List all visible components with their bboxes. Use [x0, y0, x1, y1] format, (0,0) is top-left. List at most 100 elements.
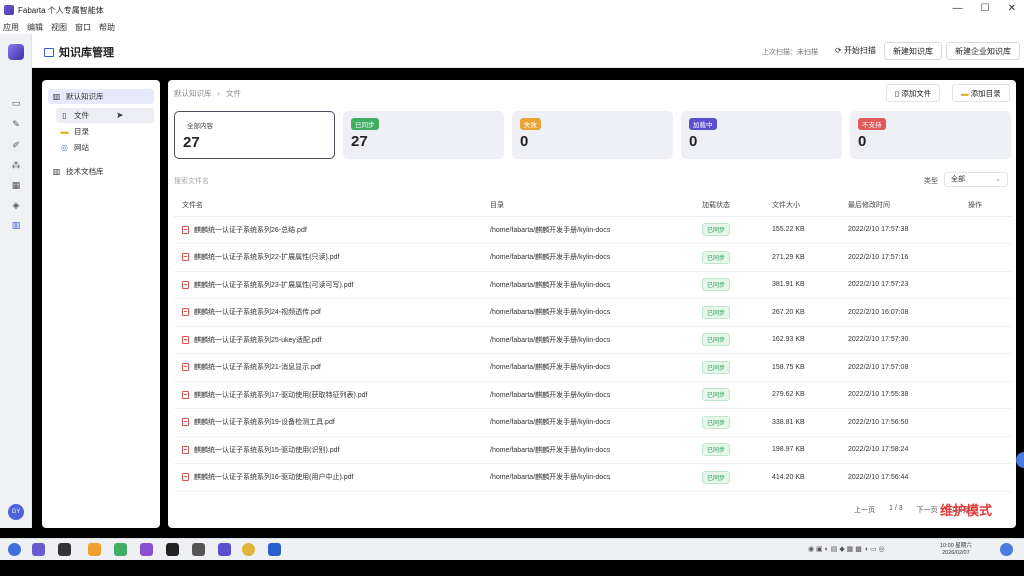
- cell-directory: /home/fabarta/麒麟开发手册/kylin-docs: [490, 243, 702, 272]
- next-page-button[interactable]: 下一页: [917, 505, 938, 515]
- table-row[interactable]: 麒麟统一认证子系统系列17-驱动使用(获取特征列表).pdf/home/faba…: [174, 381, 1012, 409]
- table-row[interactable]: 麒麟统一认证子系统系列16-驱动使用(用户中止).pdf/home/fabart…: [174, 463, 1012, 492]
- status-badge: 已同步: [702, 470, 731, 484]
- cell-modified: 2022/2/10 17:57:23: [848, 271, 968, 299]
- tree-item-files[interactable]: ▯ 文件 ➤: [56, 108, 154, 123]
- cell-actions[interactable]: [968, 463, 1012, 492]
- cell-modified: 2022/2/10 17:57:08: [848, 353, 968, 382]
- menu-window[interactable]: 窗口: [75, 22, 91, 33]
- add-file-button[interactable]: ▯ 添加文件: [886, 84, 941, 102]
- knowledge-book-icon: [44, 47, 54, 57]
- cell-actions[interactable]: [968, 216, 1012, 244]
- tree-item-catalog[interactable]: ▬ 目录: [60, 124, 90, 139]
- cell-filename[interactable]: 麒麟统一认证子系统系列21-消息显示.pdf: [174, 353, 490, 382]
- cell-modified: 2022/2/10 17:55:38: [848, 381, 968, 409]
- cell-filename[interactable]: 麒麟统一认证子系统系列19-设备检测工具.pdf: [174, 408, 490, 437]
- cell-filename[interactable]: 麒麟统一认证子系统系列23-扩展属性(可读可写).pdf: [174, 271, 490, 299]
- cell-actions[interactable]: [968, 408, 1012, 437]
- stat-label: 失败: [520, 118, 541, 130]
- cell-actions[interactable]: [968, 298, 1012, 327]
- cell-filename[interactable]: 麒麟统一认证子系统系列24-视频透传.pdf: [174, 298, 490, 327]
- cell-filename[interactable]: 麒麟统一认证子系统系列17-驱动使用(获取特征列表).pdf: [174, 381, 490, 409]
- taskbar-app-icon[interactable]: [32, 543, 45, 556]
- cell-actions[interactable]: [968, 243, 1012, 272]
- table-row[interactable]: 麒麟统一认证子系统系列15-驱动使用(识别).pdf/home/fabarta/…: [174, 436, 1012, 464]
- book-icon[interactable]: ▥: [11, 220, 21, 230]
- avatar[interactable]: GY: [8, 504, 24, 520]
- brush-icon[interactable]: ✐: [11, 140, 21, 150]
- cell-filename[interactable]: 麒麟统一认证子系统系列26-总结.pdf: [174, 216, 490, 244]
- edit-icon[interactable]: ✎: [11, 119, 21, 129]
- taskbar-app-icon[interactable]: [242, 543, 255, 556]
- taskbar-app-icon[interactable]: [268, 543, 281, 556]
- tray-icons[interactable]: ◉ ▣ ◐ ▤ ◆ ▦ ▩ ◑ ▭ ◎: [808, 545, 885, 553]
- close-icon[interactable]: ✕: [1008, 3, 1016, 14]
- breadcrumb: 默认知识库 › 文件: [174, 89, 241, 98]
- search-input[interactable]: 搜索文件名: [174, 176, 209, 186]
- side-expand-tab[interactable]: [1016, 452, 1024, 468]
- menu-view[interactable]: 视图: [51, 22, 67, 33]
- cell-filename[interactable]: 麒麟统一认证子系统系列16-驱动使用(用户中止).pdf: [174, 463, 490, 492]
- col-header-status[interactable]: 加载状态: [702, 194, 772, 217]
- cell-modified: 2022/2/10 17:57:30: [848, 326, 968, 354]
- new-kb-button[interactable]: 新建知识库: [884, 42, 942, 60]
- prev-page-button[interactable]: 上一页: [854, 505, 875, 515]
- notification-icon[interactable]: [1000, 543, 1013, 556]
- taskbar-app-icon[interactable]: [218, 543, 231, 556]
- new-enterprise-kb-button[interactable]: 新建企业知识库: [946, 42, 1020, 60]
- cell-actions[interactable]: [968, 381, 1012, 409]
- taskbar-app-icon[interactable]: [114, 543, 127, 556]
- grid-icon[interactable]: ▦: [11, 180, 21, 190]
- tree-item-tech-docs[interactable]: ▥ 技术文档库: [52, 164, 104, 179]
- cell-actions[interactable]: [968, 271, 1012, 299]
- cell-filename[interactable]: 麒麟统一认证子系统系列15-驱动使用(识别).pdf: [174, 436, 490, 464]
- table-row[interactable]: 麒麟统一认证子系统系列19-设备检测工具.pdf/home/fabarta/麒麟…: [174, 408, 1012, 437]
- cell-modified: 2022/2/10 17:57:16: [848, 243, 968, 272]
- table-row[interactable]: 麒麟统一认证子系统系列26-总结.pdf/home/fabarta/麒麟开发手册…: [174, 216, 1012, 244]
- stat-card-unsupported[interactable]: 不支持 0: [850, 111, 1011, 159]
- nodes-icon[interactable]: ⁂: [11, 160, 21, 170]
- cell-filename[interactable]: 麒麟统一认证子系统系列22-扩展属性(只读).pdf: [174, 243, 490, 272]
- menu-app[interactable]: 应用: [3, 22, 19, 33]
- cell-actions[interactable]: [968, 353, 1012, 382]
- taskbar-app-icon[interactable]: [140, 543, 153, 556]
- type-filter-select[interactable]: 全部 ⌄: [944, 172, 1008, 187]
- taskbar-app-icon[interactable]: [88, 543, 101, 556]
- pdf-file-icon: [182, 418, 189, 427]
- tree-item-website[interactable]: ◎ 网站: [60, 140, 89, 155]
- app-cube-icon[interactable]: [8, 44, 24, 60]
- table-row[interactable]: 麒麟统一认证子系统系列25-ukey适配.pdf/home/fabarta/麒麟…: [174, 326, 1012, 354]
- chat-icon[interactable]: ▭: [11, 98, 21, 108]
- stat-card-loading[interactable]: 加载中 0: [681, 111, 842, 159]
- maximize-icon[interactable]: ☐: [981, 3, 990, 14]
- table-row[interactable]: 麒麟统一认证子系统系列23-扩展属性(可读可写).pdf/home/fabart…: [174, 271, 1012, 299]
- breadcrumb-kb[interactable]: 默认知识库: [174, 89, 212, 98]
- taskbar-app-icon[interactable]: [192, 543, 205, 556]
- minimize-icon[interactable]: —: [953, 3, 963, 14]
- taskbar-app-icon[interactable]: [166, 543, 179, 556]
- taskbar-app-icon[interactable]: [58, 543, 71, 556]
- col-header-filename[interactable]: 文件名: [174, 194, 490, 217]
- stat-card-synced[interactable]: 已同步 27: [343, 111, 504, 159]
- start-scan-button[interactable]: ⟳ 开始扫描: [827, 42, 884, 60]
- table-row[interactable]: 麒麟统一认证子系统系列22-扩展属性(只读).pdf/home/fabarta/…: [174, 243, 1012, 272]
- col-header-actions: 操作: [968, 194, 1012, 217]
- cell-filename[interactable]: 麒麟统一认证子系统系列25-ukey适配.pdf: [174, 326, 490, 354]
- start-menu-icon[interactable]: [8, 543, 21, 556]
- clock[interactable]: 10:00 星期六 2026/02/07: [940, 543, 972, 557]
- table-row[interactable]: 麒麟统一认证子系统系列21-消息显示.pdf/home/fabarta/麒麟开发…: [174, 353, 1012, 382]
- col-header-directory[interactable]: 目录: [490, 194, 702, 217]
- tree-item-default-kb[interactable]: ▥ 默认知识库: [48, 89, 154, 104]
- cell-actions[interactable]: [968, 436, 1012, 464]
- table-row[interactable]: 麒麟统一认证子系统系列24-视频透传.pdf/home/fabarta/麒麟开发…: [174, 298, 1012, 327]
- stat-card-failed[interactable]: 失败 0: [512, 111, 673, 159]
- menu-edit[interactable]: 编辑: [27, 22, 43, 33]
- stat-value: 0: [520, 133, 529, 150]
- col-header-modified[interactable]: 最后修改时间: [848, 194, 968, 217]
- compass-icon[interactable]: ◈: [11, 200, 21, 210]
- stat-card-all[interactable]: 全部内容 27: [174, 111, 335, 159]
- add-directory-button[interactable]: ▬ 添加目录: [952, 84, 1010, 102]
- cell-actions[interactable]: [968, 326, 1012, 354]
- col-header-size[interactable]: 文件大小: [772, 194, 848, 217]
- menu-help[interactable]: 帮助: [99, 22, 115, 33]
